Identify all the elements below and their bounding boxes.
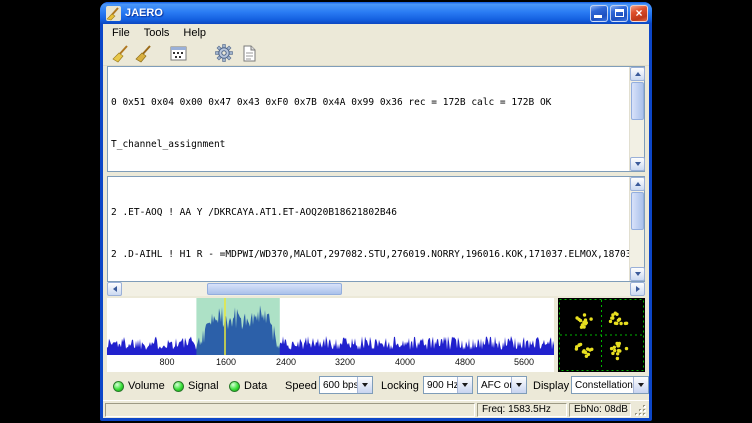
binary-window-icon: [169, 44, 188, 63]
signal-indicator: Signal: [173, 376, 219, 396]
console-line: T_channel_assignment: [111, 138, 626, 152]
title-bar[interactable]: JAERO ×: [100, 2, 652, 24]
speed-label: Speed: [285, 376, 317, 396]
menu-help[interactable]: Help: [176, 26, 213, 40]
gear-icon: [214, 43, 234, 63]
arrow-down-icon: [462, 383, 468, 387]
settings-button[interactable]: [212, 42, 235, 64]
message-line: 2 .D-AIHL ! H1 R - =MDPWI/WD370,MALOT,29…: [111, 248, 626, 262]
menu-tools[interactable]: Tools: [137, 26, 177, 40]
scroll-thumb[interactable]: [631, 82, 644, 120]
app-icon: [106, 6, 121, 21]
scroll-down-button[interactable]: [630, 157, 645, 171]
display-value: Constellation: [572, 380, 633, 391]
messages-text[interactable]: 2 .ET-AOQ ! AA Y /DKRCAYA.AT1.ET-AOQ20B1…: [108, 177, 629, 281]
scroll-up-button[interactable]: [630, 177, 645, 191]
raw-bits-button[interactable]: [167, 42, 190, 64]
controls-bar: Volume Signal Data Speed 600 bps Locking…: [107, 376, 645, 396]
constellation-display: [558, 298, 645, 372]
display-label: Display: [533, 376, 569, 396]
messages-pane[interactable]: 2 .ET-AOQ ! AA Y /DKRCAYA.AT1.ET-AOQ20B1…: [107, 176, 645, 282]
scroll-left-button[interactable]: [107, 282, 122, 296]
minimize-icon: [594, 15, 602, 18]
console-pane[interactable]: 0 0x51 0x04 0x00 0x47 0x43 0xF0 0x7B 0x4…: [107, 66, 645, 172]
spectrum-tick: 3200: [332, 357, 358, 367]
close-button[interactable]: ×: [630, 5, 648, 22]
volume-indicator: Volume: [113, 376, 165, 396]
window-controls: ×: [590, 5, 648, 22]
resize-grip[interactable]: [633, 403, 647, 417]
console-line: 0 0x51 0x04 0x00 0x47 0x43 0xF0 0x7B 0x4…: [111, 96, 626, 110]
signal-led-icon: [173, 381, 184, 392]
data-label: Data: [244, 380, 267, 392]
display-select[interactable]: Constellation: [571, 376, 649, 394]
volume-label: Volume: [128, 380, 165, 392]
scroll-thumb[interactable]: [207, 283, 342, 295]
scroll-thumb[interactable]: [631, 192, 644, 230]
menu-file[interactable]: File: [105, 26, 137, 40]
status-empty-panel: [105, 403, 475, 417]
arrow-down-icon: [635, 272, 641, 276]
toolbar: [103, 41, 649, 66]
spectrum-plot[interactable]: [107, 298, 554, 355]
spectrum-tick: 1600: [213, 357, 239, 367]
signal-label: Signal: [188, 380, 219, 392]
spectrum-tick: 2400: [273, 357, 299, 367]
speed-value: 600 bps: [320, 380, 357, 391]
scroll-down-button[interactable]: [630, 267, 645, 281]
messages-hscrollbar[interactable]: [107, 282, 645, 296]
console-vscrollbar[interactable]: [629, 67, 644, 171]
messages-vscrollbar[interactable]: [629, 177, 644, 281]
speed-select[interactable]: 600 bps: [319, 376, 373, 394]
afc-select[interactable]: AFC on: [477, 376, 527, 394]
spectrum-tick: 5600: [511, 357, 537, 367]
arrow-right-icon: [636, 286, 640, 292]
log-file-button[interactable]: [237, 42, 260, 64]
jaero-window: JAERO × File Tools Help: [100, 2, 652, 421]
maximize-icon: [615, 9, 624, 17]
locking-value: 900 Hz: [424, 380, 457, 391]
maximize-button[interactable]: [610, 5, 628, 22]
clear-console-button[interactable]: [109, 42, 132, 64]
arrow-down-icon: [635, 162, 641, 166]
broom-icon: [134, 44, 153, 63]
data-led-icon: [229, 381, 240, 392]
menu-bar: File Tools Help: [103, 24, 649, 41]
scroll-up-button[interactable]: [630, 67, 645, 81]
arrow-left-icon: [113, 286, 117, 292]
constellation-panel: [558, 298, 645, 372]
dropdown-arrow-icon[interactable]: [457, 377, 472, 393]
message-line: 2 .ET-AOQ ! AA Y /DKRCAYA.AT1.ET-AOQ20B1…: [111, 206, 626, 220]
console-text[interactable]: 0 0x51 0x04 0x00 0x47 0x43 0xF0 0x7B 0x4…: [108, 67, 629, 171]
afc-value: AFC on: [478, 380, 511, 391]
spectrum-axis: 800 1600 2400 3200 4000 4800 5600: [107, 355, 554, 371]
scroll-right-button[interactable]: [630, 282, 645, 296]
window-body: File Tools Help: [103, 24, 649, 418]
volume-led-icon: [113, 381, 124, 392]
status-bar: Freq: 1583.5Hz EbNo: 08dB: [103, 400, 649, 418]
minimize-button[interactable]: [590, 5, 608, 22]
clear-messages-button[interactable]: [132, 42, 155, 64]
arrow-up-icon: [635, 72, 641, 76]
spectrum-panel: 800 1600 2400 3200 4000 4800 5600: [107, 298, 554, 372]
status-freq: Freq: 1583.5Hz: [477, 403, 567, 417]
data-indicator: Data: [229, 376, 267, 396]
locking-label: Locking: [381, 376, 419, 396]
broom-icon: [111, 44, 130, 63]
spectrum-tick: 4800: [452, 357, 478, 367]
document-icon: [240, 44, 258, 63]
spectrum-tick: 4000: [392, 357, 418, 367]
dropdown-arrow-icon[interactable]: [357, 377, 372, 393]
desktop: { "window": { "title": "JAERO" }, "menu"…: [0, 0, 752, 423]
status-ebno: EbNo: 08dB: [569, 403, 631, 417]
spectrum-tick: 800: [154, 357, 180, 367]
arrow-down-icon: [516, 383, 522, 387]
window-title: JAERO: [125, 7, 590, 19]
dropdown-arrow-icon[interactable]: [511, 377, 526, 393]
dropdown-arrow-icon[interactable]: [633, 377, 648, 393]
locking-select[interactable]: 900 Hz: [423, 376, 473, 394]
arrow-down-icon: [362, 383, 368, 387]
arrow-up-icon: [635, 182, 641, 186]
arrow-down-icon: [638, 383, 644, 387]
